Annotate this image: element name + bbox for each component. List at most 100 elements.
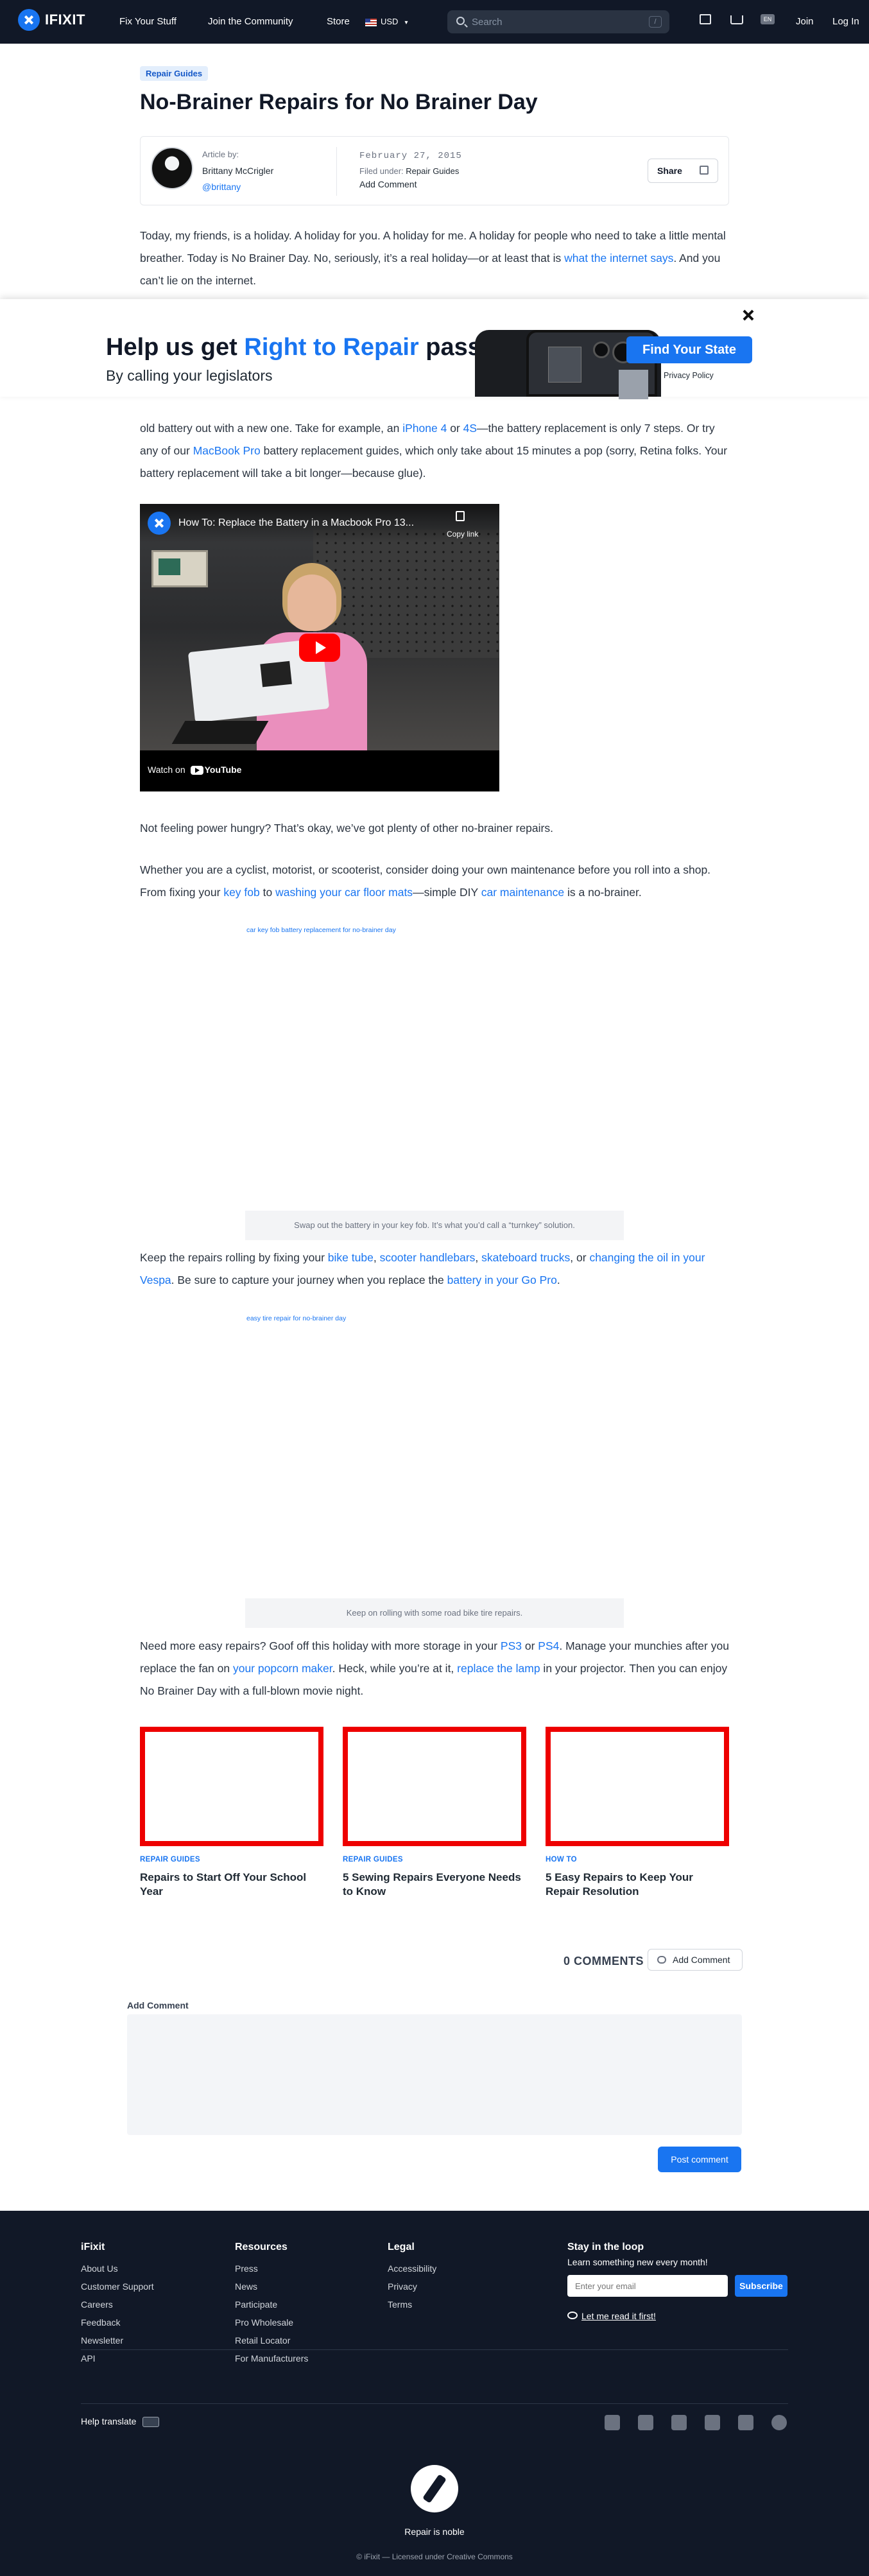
comment-textarea[interactable] xyxy=(127,2014,742,2135)
footer-link[interactable]: Retail Locator xyxy=(235,2335,290,2346)
read-first-link[interactable]: Let me read it first! xyxy=(581,2311,656,2321)
filed-under-value[interactable]: Repair Guides xyxy=(406,166,459,176)
footer-heading-legal: Legal xyxy=(388,2242,415,2252)
ifixit-logo[interactable]: IFIXIT xyxy=(18,9,85,31)
iphone-4s-link[interactable]: 4S xyxy=(463,422,477,435)
phone-battery xyxy=(619,370,648,399)
privacy-policy-link[interactable]: Privacy Policy xyxy=(664,371,714,380)
language-icon[interactable]: EN xyxy=(761,14,775,24)
footer-link[interactable]: Pro Wholesale xyxy=(235,2317,293,2328)
nav-fix-your-stuff[interactable]: Fix Your Stuff xyxy=(119,16,176,27)
watch-on-youtube[interactable]: Watch on YouTube xyxy=(148,765,241,775)
related-card-category[interactable]: HOW TO xyxy=(546,1856,577,1863)
facebook-icon[interactable] xyxy=(638,2415,653,2430)
footer-link[interactable]: Participate xyxy=(235,2299,277,2310)
skateboard-trucks-link[interactable]: skateboard trucks xyxy=(481,1251,570,1264)
footer: iFixit About Us Customer Support Careers… xyxy=(0,2211,869,2576)
copy-link-label[interactable]: Copy link xyxy=(447,530,478,539)
popcorn-maker-link[interactable]: your popcorn maker xyxy=(233,1662,332,1675)
related-card-image[interactable] xyxy=(343,1727,526,1846)
nav-join-community[interactable]: Join the Community xyxy=(208,16,293,27)
play-button[interactable] xyxy=(299,634,340,662)
related-card-title[interactable]: 5 Sewing Repairs Everyone Needs to Know xyxy=(343,1871,526,1899)
presenter-head xyxy=(288,575,336,631)
footer-link[interactable]: API xyxy=(81,2353,96,2364)
text-span: old battery out with a new one. Take for… xyxy=(140,422,403,435)
tire-repair-caption: Keep on rolling with some road bike tire… xyxy=(245,1598,624,1628)
footer-link[interactable]: For Manufacturers xyxy=(235,2353,308,2364)
ps4-link[interactable]: PS4 xyxy=(538,1639,559,1652)
footer-heading-ifixit: iFixit xyxy=(81,2242,105,2252)
repair-wheel-icon[interactable] xyxy=(771,2415,787,2430)
share-button[interactable]: Share xyxy=(648,159,718,183)
youtube-social-icon[interactable] xyxy=(738,2415,753,2430)
subscribe-button[interactable]: Subscribe xyxy=(735,2275,787,2297)
nav-store[interactable]: Store xyxy=(327,16,350,27)
search-bar[interactable]: / xyxy=(447,10,669,33)
macbook-pro-link[interactable]: MacBook Pro xyxy=(193,444,261,457)
power-paragraph: Not feeling power hungry? That’s okay, w… xyxy=(140,822,553,834)
footer-link[interactable]: Feedback xyxy=(81,2317,120,2328)
footer-divider xyxy=(81,2403,788,2404)
footer-link[interactable]: Customer Support xyxy=(81,2281,154,2292)
go-pro-battery-link[interactable]: battery in your Go Pro xyxy=(447,1274,557,1286)
add-comment-button[interactable]: Add Comment xyxy=(648,1949,743,1971)
author-handle[interactable]: @brittany xyxy=(202,182,241,192)
bike-tube-link[interactable]: bike tube xyxy=(328,1251,374,1264)
video-title[interactable]: How To: Replace the Battery in a Macbook… xyxy=(178,517,414,529)
share-label: Share xyxy=(657,166,682,176)
related-card-title[interactable]: Repairs to Start Off Your School Year xyxy=(140,1871,323,1899)
avatar[interactable] xyxy=(151,147,193,189)
intro-paragraph: Today, my friends, is a holiday. A holid… xyxy=(140,225,730,292)
close-icon[interactable] xyxy=(741,308,755,322)
related-card-category[interactable]: REPAIR GUIDES xyxy=(343,1856,403,1863)
email-field[interactable] xyxy=(567,2275,728,2297)
instagram-icon[interactable] xyxy=(705,2415,720,2430)
cart-icon[interactable] xyxy=(730,15,743,24)
footer-link[interactable]: Press xyxy=(235,2263,258,2274)
banner-title-a: Help us get xyxy=(106,334,245,361)
scooter-handlebars-link[interactable]: scooter handlebars xyxy=(380,1251,476,1264)
repair-kit-icon[interactable] xyxy=(700,14,711,24)
related-card-image[interactable] xyxy=(140,1727,323,1846)
category-tag[interactable]: Repair Guides xyxy=(140,66,209,81)
iphone-4-link[interactable]: iPhone 4 xyxy=(402,422,447,435)
related-card-title[interactable]: 5 Easy Repairs to Keep Your Repair Resol… xyxy=(546,1871,729,1899)
tagline: Repair is noble xyxy=(404,2527,465,2537)
footer-link[interactable]: About Us xyxy=(81,2263,118,2274)
tiktok-icon[interactable] xyxy=(605,2415,620,2430)
internet-says-link[interactable]: what the internet says xyxy=(564,252,673,264)
footer-link[interactable]: Terms xyxy=(388,2299,412,2310)
banner-title: Help us get Right to Repair passed xyxy=(106,334,510,361)
help-translate-link[interactable]: Help translate xyxy=(81,2416,160,2428)
related-card-category[interactable]: REPAIR GUIDES xyxy=(140,1856,200,1863)
footer-link[interactable]: Careers xyxy=(81,2299,113,2310)
car-maintenance-link[interactable]: car maintenance xyxy=(481,886,564,899)
repairs-rolling-paragraph: Keep the repairs rolling by fixing your … xyxy=(140,1247,730,1292)
currency-selector[interactable]: USD ▾ xyxy=(365,17,408,26)
search-shortcut-key: / xyxy=(649,16,662,28)
footer-link[interactable]: Accessibility xyxy=(388,2263,436,2274)
footer-link[interactable]: News xyxy=(235,2281,257,2292)
footer-link[interactable]: Newsletter xyxy=(81,2335,123,2346)
replace-lamp-link[interactable]: replace the lamp xyxy=(457,1662,540,1675)
channel-logo-icon[interactable] xyxy=(148,512,171,535)
key-fob-link[interactable]: key fob xyxy=(223,886,259,899)
footer-link[interactable]: Privacy xyxy=(388,2281,417,2292)
floor-mats-link[interactable]: washing your car floor mats xyxy=(275,886,413,899)
join-link[interactable]: Join xyxy=(796,16,814,27)
twitter-icon[interactable] xyxy=(671,2415,687,2430)
copy-link-icon[interactable] xyxy=(456,511,465,521)
search-input[interactable] xyxy=(472,14,639,30)
banner-subtitle: By calling your legislators xyxy=(106,367,273,384)
youtube-embed[interactable]: How To: Replace the Battery in a Macbook… xyxy=(140,504,499,791)
ps3-link[interactable]: PS3 xyxy=(501,1639,522,1652)
login-link[interactable]: Log In xyxy=(832,16,859,27)
camera-lens-small xyxy=(593,341,610,358)
related-card-image[interactable] xyxy=(546,1727,729,1846)
comments-count: 0 COMMENTS xyxy=(564,1955,644,1967)
text-span: is a no-brainer. xyxy=(564,886,642,899)
post-comment-button[interactable]: Post comment xyxy=(658,2147,741,2172)
add-comment-link[interactable]: Add Comment xyxy=(359,179,417,189)
find-your-state-button[interactable]: Find Your State xyxy=(626,336,752,363)
